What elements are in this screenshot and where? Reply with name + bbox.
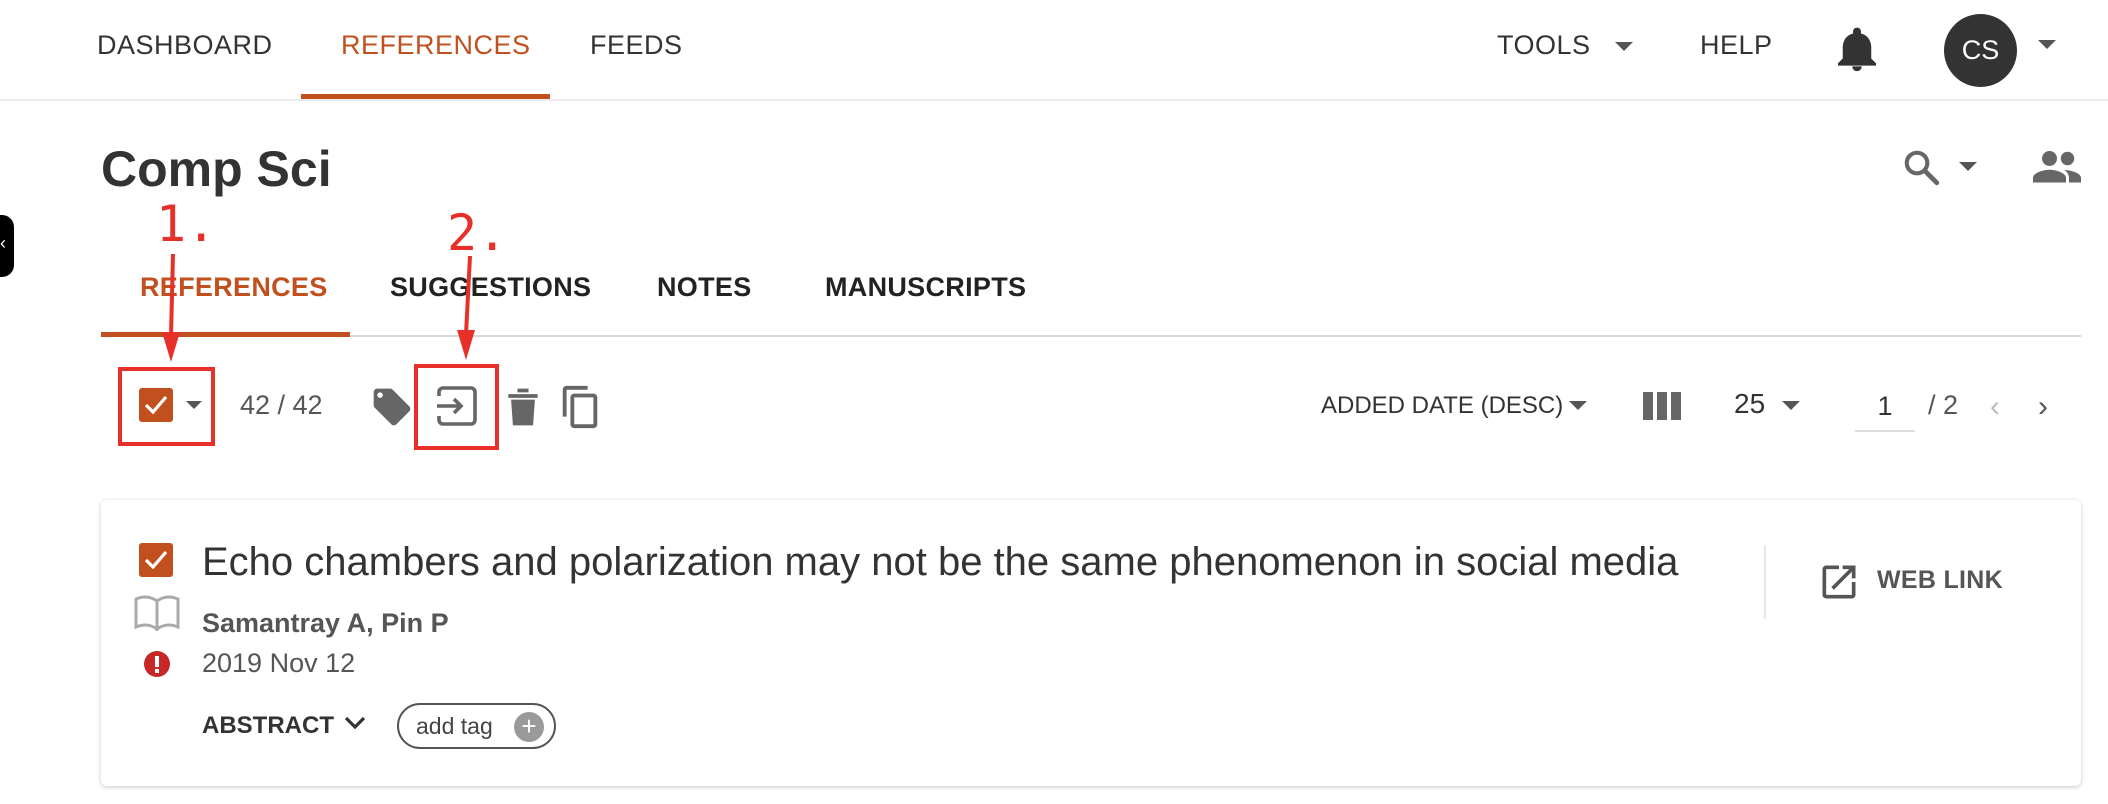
annotation-arrow-1 (162, 253, 180, 362)
selection-counter: 42 / 42 (240, 390, 323, 420)
previous-page-icon[interactable]: ‹ (1990, 390, 2000, 424)
plus-icon: + (514, 712, 544, 742)
account-dropdown-icon[interactable] (2038, 40, 2056, 49)
search-icon[interactable] (1902, 148, 1940, 186)
per-page-dropdown-icon[interactable] (1782, 401, 1800, 410)
reference-title[interactable]: Echo chambers and polarization may not b… (202, 540, 1678, 585)
delete-icon[interactable] (504, 385, 542, 429)
annotation-step-1: 1. (156, 195, 217, 253)
nav-help[interactable]: HELP (1700, 30, 1773, 61)
tab-manuscripts[interactable]: MANUSCRIPTS (825, 272, 1026, 303)
page-title: Comp Sci (101, 141, 332, 197)
card-divider (1764, 545, 1766, 619)
reference-date: 2019 Nov 12 (202, 648, 356, 678)
tabs-divider (101, 335, 2081, 337)
nav-dashboard[interactable]: DASHBOARD (97, 30, 273, 61)
share-people-icon[interactable] (2033, 148, 2081, 184)
top-navigation-bar: DASHBOARD REFERENCES FEEDS TOOLS HELP CS (0, 0, 2108, 101)
checkmark-icon (144, 550, 168, 570)
add-tag-button[interactable]: add tag + (397, 703, 556, 749)
annotation-box-move (414, 364, 499, 450)
annotation-box-select-all (118, 367, 215, 446)
annotation-step-2: 2. (447, 204, 508, 262)
reference-authors: Samantray A, Pin P (202, 608, 449, 638)
tab-references[interactable]: REFERENCES (140, 272, 328, 303)
sort-order-select[interactable]: ADDED DATE (DESC) (1321, 392, 1563, 420)
external-link-icon (1822, 565, 1856, 599)
sort-dropdown-icon[interactable] (1569, 401, 1587, 410)
tab-notes[interactable]: NOTES (657, 272, 752, 303)
tag-icon[interactable] (370, 385, 414, 429)
tab-suggestions[interactable]: SUGGESTIONS (390, 272, 591, 303)
copy-icon[interactable] (557, 382, 603, 432)
reference-card: Echo chambers and polarization may not b… (101, 500, 2081, 786)
nav-feeds[interactable]: FEEDS (590, 30, 683, 61)
notifications-bell-icon[interactable] (1838, 26, 1876, 72)
search-dropdown-icon[interactable] (1959, 162, 1977, 171)
chevron-down-icon[interactable] (343, 713, 367, 733)
web-link-label: WEB LINK (1877, 566, 2003, 594)
book-icon (134, 595, 180, 631)
per-page-select[interactable]: 25 (1734, 388, 1765, 420)
abstract-toggle[interactable]: ABSTRACT (202, 712, 334, 740)
columns-view-icon[interactable] (1643, 392, 1681, 420)
reference-checkbox[interactable] (139, 543, 173, 577)
nav-references[interactable]: REFERENCES (341, 30, 531, 61)
nav-tools[interactable]: TOOLS (1497, 30, 1591, 61)
sidebar-toggle-tab[interactable]: ‹ (0, 215, 14, 277)
page-total: / 2 (1928, 390, 1959, 420)
tools-dropdown-icon[interactable] (1615, 42, 1633, 51)
page-number-input[interactable] (1855, 382, 1915, 432)
next-page-icon[interactable]: › (2038, 390, 2048, 424)
add-tag-label: add tag (416, 713, 493, 739)
user-avatar[interactable]: CS (1944, 14, 2017, 87)
error-alert-icon (144, 651, 170, 677)
nav-active-indicator (301, 94, 550, 99)
collapse-arrow-icon: ‹ (0, 233, 6, 253)
tab-active-indicator (101, 332, 350, 337)
